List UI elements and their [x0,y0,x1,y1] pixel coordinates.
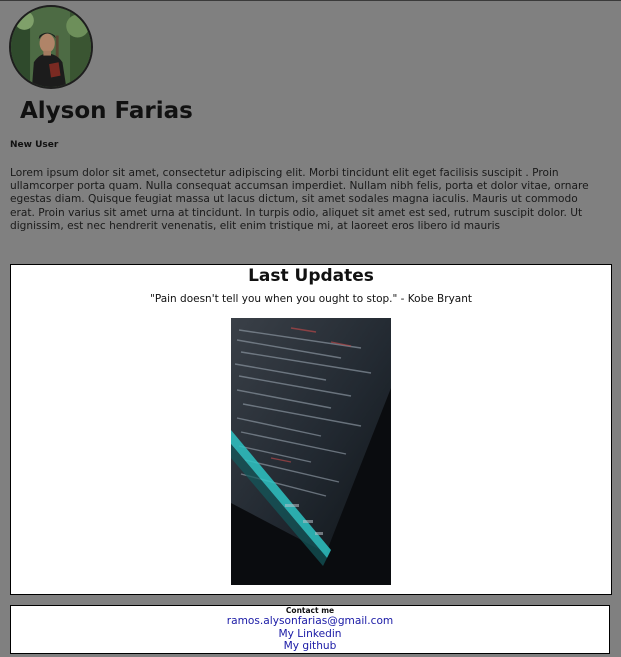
last-updates-section: Last Updates "Pain doesn't tell you when… [10,264,612,595]
code-screen-photo [231,318,391,585]
linkedin-link[interactable]: My Linkedin [11,628,609,641]
profile-role: New User [10,140,59,150]
avatar [9,5,93,89]
contact-title: Contact me [285,606,335,615]
updates-title: Last Updates [248,266,374,286]
profile-name: Alyson Farias [20,98,193,124]
contact-section: Contact me ramos.alysonfarias@gmail.com … [10,605,610,654]
profile-photo [11,7,91,87]
profile-bio: Lorem ipsum dolor sit amet, consectetur … [10,167,589,232]
updates-quote: "Pain doesn't tell you when you ought to… [150,293,472,305]
update-photo [231,318,391,585]
github-link[interactable]: My github [11,640,609,653]
email-link[interactable]: ramos.alysonfarias@gmail.com [11,615,609,628]
